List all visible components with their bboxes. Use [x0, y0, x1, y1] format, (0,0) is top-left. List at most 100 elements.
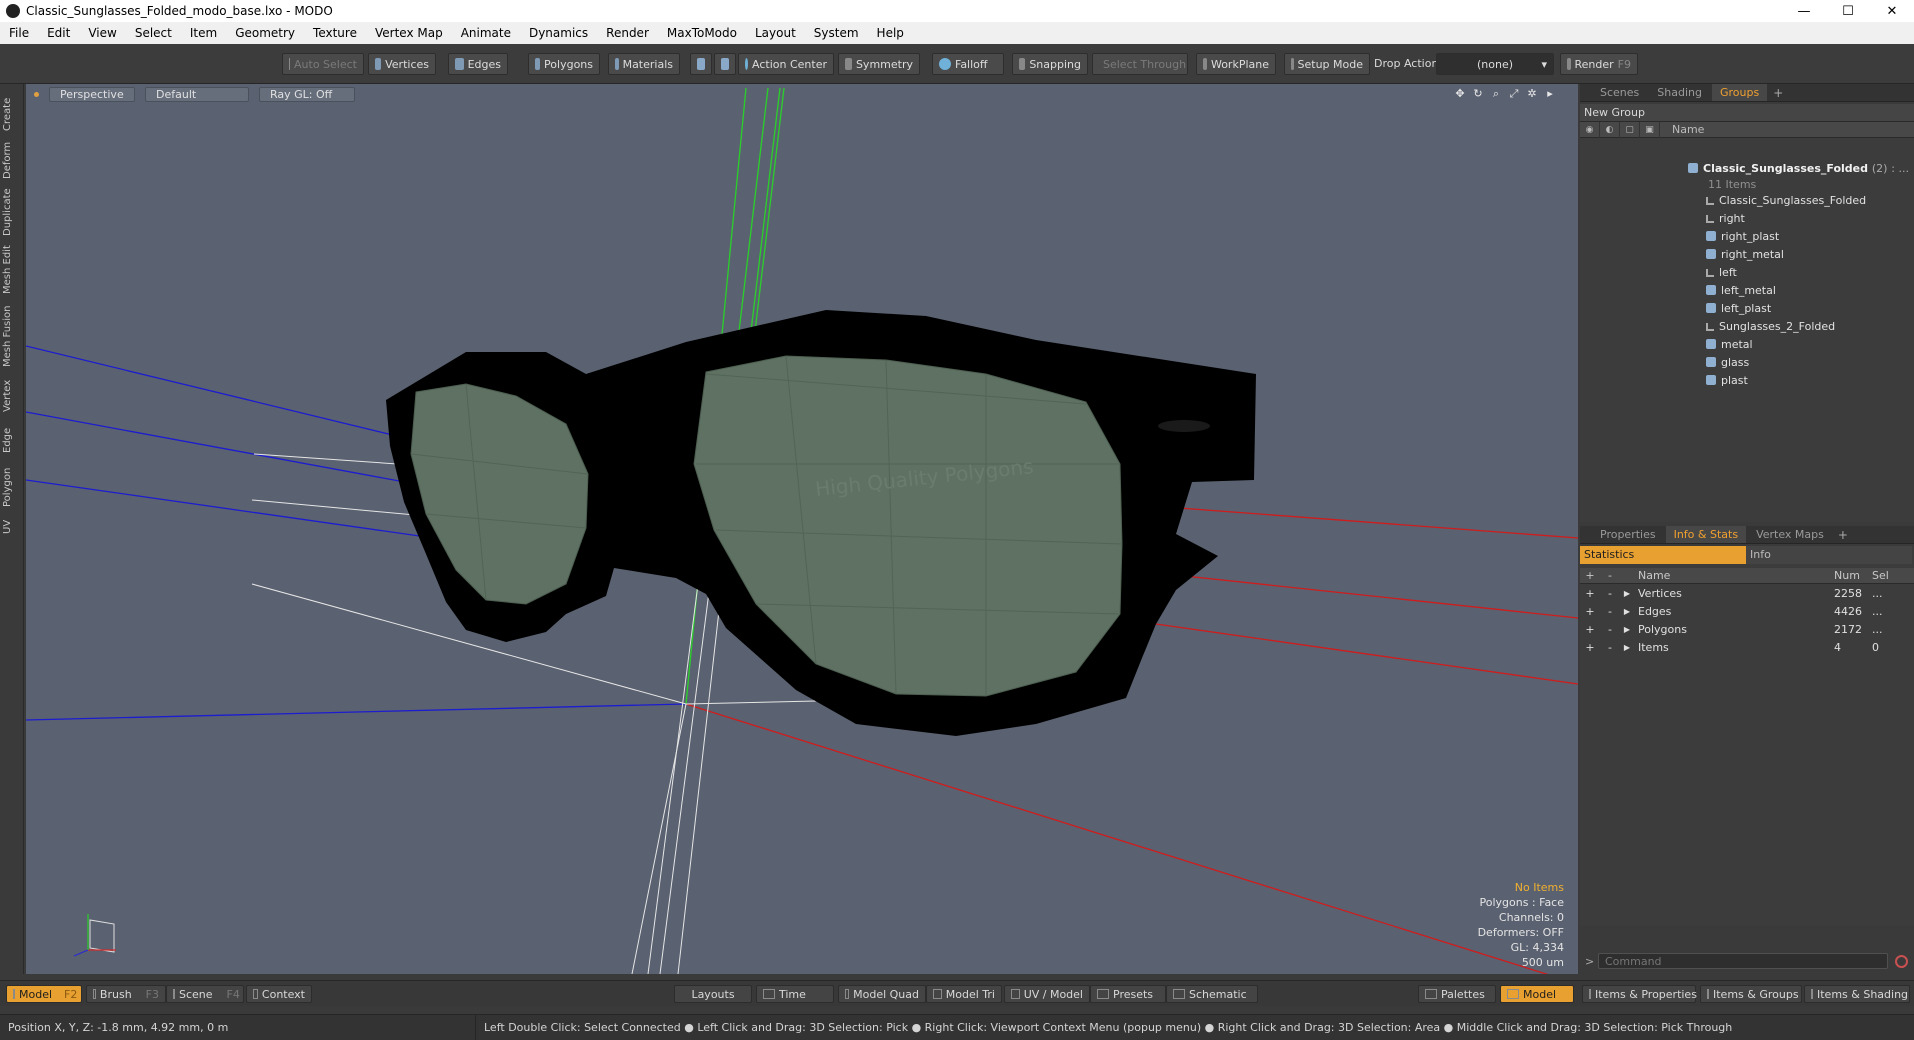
- render-toggle-icon[interactable]: ◐: [1600, 121, 1620, 138]
- tree-item[interactable]: right_metal: [1580, 246, 1914, 264]
- stats-row[interactable]: + - ▶ Vertices 2258...: [1580, 584, 1914, 602]
- tab-info-stats[interactable]: Info & Stats: [1665, 526, 1747, 543]
- menu-render[interactable]: Render: [597, 26, 658, 40]
- tab-uv[interactable]: UV: [2, 514, 22, 540]
- setup-mode-button[interactable]: Setup Mode: [1284, 53, 1370, 75]
- tab-edge[interactable]: Edge: [2, 420, 22, 460]
- collapse-all-button[interactable]: -: [1600, 569, 1620, 582]
- add-selection-button[interactable]: +: [1580, 605, 1600, 618]
- menu-texture[interactable]: Texture: [304, 26, 366, 40]
- tree-item[interactable]: left_metal: [1580, 282, 1914, 300]
- add-selection-button[interactable]: +: [1580, 641, 1600, 654]
- shading-style-dropdown[interactable]: Default: [145, 86, 249, 102]
- tree-item[interactable]: metal: [1580, 336, 1914, 354]
- pan-icon[interactable]: ✥: [1454, 88, 1466, 100]
- polygons-button[interactable]: Polygons: [528, 53, 600, 75]
- symmetry-button[interactable]: Symmetry: [838, 53, 920, 75]
- tab-shading[interactable]: Shading: [1649, 84, 1710, 101]
- tree-item[interactable]: left_plast: [1580, 300, 1914, 318]
- tab-duplicate[interactable]: Duplicate: [2, 184, 22, 240]
- tab-vertex[interactable]: Vertex: [2, 374, 22, 418]
- render-button[interactable]: Render F9: [1560, 53, 1638, 75]
- menu-file[interactable]: File: [0, 26, 38, 40]
- subtab-info[interactable]: Info: [1746, 546, 1912, 564]
- remove-selection-button[interactable]: -: [1600, 605, 1620, 618]
- tab-polygon[interactable]: Polygon: [2, 462, 22, 512]
- stats-row[interactable]: + - ▶ Edges 4426...: [1580, 602, 1914, 620]
- subtab-statistics[interactable]: Statistics: [1580, 546, 1746, 564]
- stats-row[interactable]: + - ▶ Items 4 0: [1580, 638, 1914, 656]
- expand-arrow-icon[interactable]: ▶: [1620, 589, 1634, 598]
- component-mode-b-button[interactable]: [714, 53, 736, 75]
- items-groups-button[interactable]: Items & Groups: [1700, 985, 1802, 1003]
- visibility-eye-icon[interactable]: ◉: [1580, 121, 1600, 138]
- lock-icon[interactable]: ▢: [1620, 121, 1640, 138]
- minimize-button[interactable]: —: [1782, 0, 1826, 22]
- stats-row[interactable]: + - ▶ Polygons 2172...: [1580, 620, 1914, 638]
- model-tri-button[interactable]: Model Tri: [926, 985, 1002, 1003]
- scene-tab[interactable]: Scene F4: [166, 985, 244, 1003]
- tab-groups[interactable]: Groups: [1711, 84, 1768, 101]
- tree-item[interactable]: glass: [1580, 354, 1914, 372]
- menu-help[interactable]: Help: [868, 26, 913, 40]
- select-toggle-icon[interactable]: ▣: [1640, 121, 1660, 138]
- tree-item[interactable]: right_plast: [1580, 228, 1914, 246]
- tab-deform[interactable]: Deform: [2, 138, 22, 182]
- time-layout-button[interactable]: Time: [756, 985, 834, 1003]
- menu-vertex-map[interactable]: Vertex Map: [366, 26, 452, 40]
- expand-all-button[interactable]: +: [1580, 569, 1600, 582]
- tab-mesh-fusion[interactable]: Mesh Fusion: [2, 300, 22, 372]
- workplane-button[interactable]: WorkPlane: [1196, 53, 1276, 75]
- remove-selection-button[interactable]: -: [1600, 623, 1620, 636]
- tree-item[interactable]: Classic_Sunglasses_Folded: [1580, 192, 1914, 210]
- menu-view[interactable]: View: [79, 26, 125, 40]
- remove-selection-button[interactable]: -: [1600, 641, 1620, 654]
- menu-animate[interactable]: Animate: [452, 26, 520, 40]
- items-shading-button[interactable]: Items & Shading: [1804, 985, 1910, 1003]
- model-quad-button[interactable]: Model Quad: [838, 985, 926, 1003]
- 3d-viewport[interactable]: High Quality Polygons Perspective Defaul…: [26, 84, 1578, 974]
- menu-item[interactable]: Item: [181, 26, 226, 40]
- tab-vertex-maps[interactable]: Vertex Maps: [1748, 526, 1832, 543]
- add-selection-button[interactable]: +: [1580, 623, 1600, 636]
- menu-maxtomodo[interactable]: MaxToModo: [658, 26, 746, 40]
- group-root[interactable]: Classic_Sunglasses_Folded (2) : ...: [1580, 160, 1914, 178]
- materials-button[interactable]: Materials: [608, 53, 680, 75]
- snapping-button[interactable]: Snapping: [1012, 53, 1088, 75]
- menu-edit[interactable]: Edit: [38, 26, 79, 40]
- add-selection-button[interactable]: +: [1580, 587, 1600, 600]
- expand-arrow-icon[interactable]: ▶: [1620, 625, 1634, 634]
- edges-button[interactable]: Edges: [448, 53, 508, 75]
- expand-arrow-icon[interactable]: ▶: [1620, 643, 1634, 652]
- menu-geometry[interactable]: Geometry: [226, 26, 304, 40]
- select-through-button[interactable]: Select Through: [1092, 53, 1188, 75]
- add-tab-icon[interactable]: +: [1834, 528, 1852, 542]
- viewport-settings-icon[interactable]: ✲: [1526, 88, 1538, 100]
- palettes-button[interactable]: Palettes: [1418, 985, 1496, 1003]
- action-center-button[interactable]: Action Center: [738, 53, 834, 75]
- tree-item[interactable]: Sunglasses_2_Folded: [1580, 318, 1914, 336]
- tab-scenes[interactable]: Scenes: [1592, 84, 1647, 101]
- schematic-button[interactable]: Schematic: [1166, 985, 1258, 1003]
- menu-select[interactable]: Select: [126, 26, 181, 40]
- brush-tab[interactable]: Brush F3: [86, 985, 166, 1003]
- new-group-button[interactable]: New Group: [1580, 104, 1914, 122]
- tab-create[interactable]: Create: [2, 92, 22, 136]
- items-properties-button[interactable]: Items & Properties: [1582, 985, 1697, 1003]
- vertices-button[interactable]: Vertices: [368, 53, 436, 75]
- add-tab-icon[interactable]: +: [1769, 86, 1787, 100]
- fit-icon[interactable]: ⤢: [1508, 88, 1520, 100]
- tree-item[interactable]: right: [1580, 210, 1914, 228]
- view-mode-dropdown[interactable]: Perspective: [49, 86, 135, 102]
- remove-selection-button[interactable]: -: [1600, 587, 1620, 600]
- menu-dynamics[interactable]: Dynamics: [520, 26, 597, 40]
- raygl-toggle[interactable]: Ray GL: Off: [259, 86, 355, 102]
- zoom-icon[interactable]: ⌕: [1490, 88, 1502, 100]
- close-button[interactable]: ✕: [1870, 0, 1914, 22]
- tree-item[interactable]: plast: [1580, 372, 1914, 390]
- auto-select-button[interactable]: Auto Select: [282, 53, 364, 75]
- uv-model-button[interactable]: UV / Model: [1004, 985, 1090, 1003]
- presets-button[interactable]: Presets: [1090, 985, 1166, 1003]
- component-mode-a-button[interactable]: [690, 53, 712, 75]
- menu-layout[interactable]: Layout: [746, 26, 805, 40]
